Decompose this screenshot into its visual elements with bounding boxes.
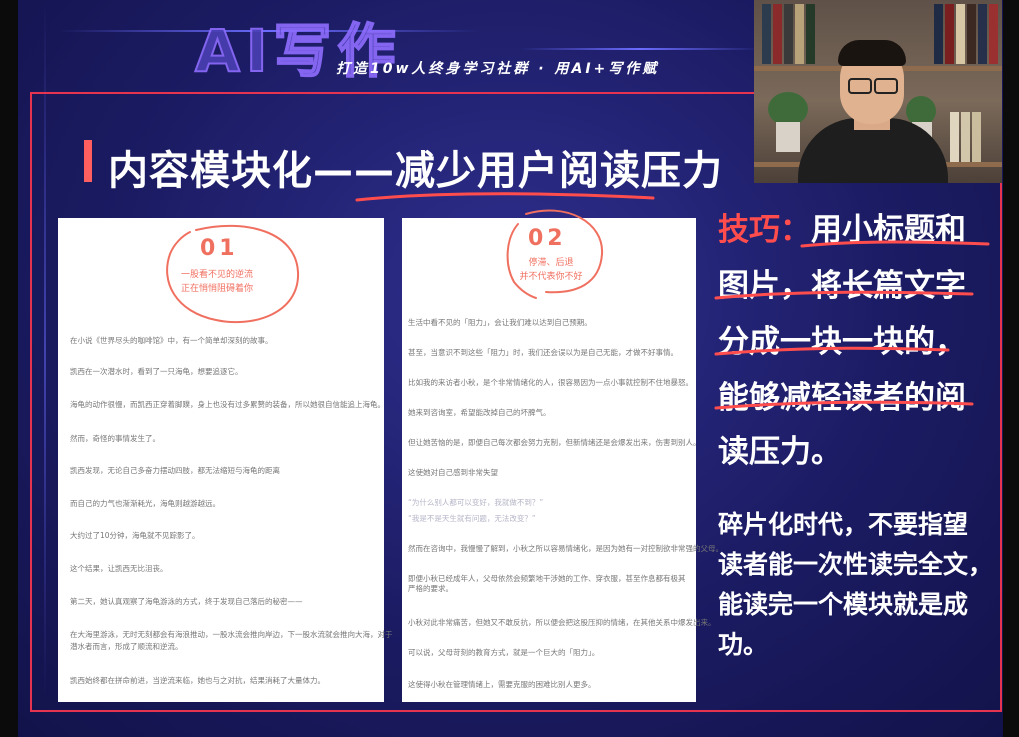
book (950, 112, 959, 162)
article-paragraph: 比如我的来访者小秋，是个非常情绪化的人，很容易因为一点小事就控制不住地暴怒。 (408, 378, 693, 387)
book (961, 112, 970, 162)
article-paragraph: 而自己的力气也渐渐耗光，海龟则越游越远。 (70, 499, 220, 508)
tip-underlines (714, 240, 990, 410)
note-line: 能读完一个模块就是成 (718, 590, 969, 619)
article-card-1: 01 一股看不见的逆流 正在悄悄阻碍着你 在小说《世界尽头的咖啡馆》中，有一个简… (58, 218, 393, 702)
book (795, 4, 804, 64)
left-letterbox (0, 0, 18, 737)
note-line: 读者能一次性读完全文， (718, 550, 994, 579)
glasses-icon (848, 78, 872, 94)
decorative-line (520, 48, 760, 50)
note-line: 功。 (718, 630, 769, 659)
article-card-2: 02 停滞、后退 并不代表你不好 生活中看不见的「阻力」，会让我们难以达到自己预… (402, 209, 723, 702)
plant (768, 92, 808, 126)
presentation-screen: AI写作 打造10w人终身学习社群 · 用AI+写作赋 内容模块化——减少用户阅… (0, 0, 1019, 737)
right-letterbox (1003, 0, 1019, 737)
note-line: 碎片化时代，不要指望 (718, 510, 969, 539)
article-paragraph: 她来到咨询室，希望能改掉自己的坏脾气。 (408, 408, 551, 417)
article-paragraph: 凯西发现，无论自己多奋力摆动四肢，都无法缩短与海龟的距离 (70, 466, 280, 475)
article-paragraph: 可以说，父母苛刻的教育方式，就是一个巨大的「阻力」。 (408, 648, 600, 657)
presenter-webcam (754, 0, 1002, 183)
article-paragraph: 凯西在一次潜水时，看到了一只海龟，想要追逐它。 (70, 367, 243, 376)
title-accent-bar (84, 140, 92, 182)
article-quote: “为什么别人都可以变好，我就做不到？” (408, 498, 544, 507)
book (762, 4, 771, 64)
article-paragraph: 然而，奇怪的事情发生了。 (70, 434, 160, 443)
book (945, 4, 954, 64)
article-paragraph: 但让她苦恼的是，即便自己每次都会努力克制，但新情绪还是会爆发出来，伤害到别人。 (408, 438, 701, 447)
article-paragraph: 在大海里游泳，无时无刻都会有海浪推动，一股水流会推向岸边，下一股水流就会推向大海… (70, 630, 393, 639)
book (956, 4, 965, 64)
article-paragraph: 凯西始终都在拼命前进，当逆流来临，她也与之对抗，结果消耗了大量体力。 (70, 676, 325, 685)
book (967, 4, 976, 64)
hand-drawn-circle (166, 224, 300, 324)
hand-drawn-circle (506, 209, 604, 299)
slide-title: 内容模块化——减少用户阅读压力 (108, 148, 723, 194)
article-paragraph: 这使她对自己感到非常失望 (408, 468, 498, 477)
article-paragraph: 这个结果，让凯西无比沮丧。 (70, 564, 168, 573)
article-quote: “我是不是天生就有问题，无法改变？” (408, 514, 536, 523)
glasses-icon (874, 78, 898, 94)
book (806, 4, 815, 64)
book (978, 4, 987, 64)
article-paragraph: 即便小秋已经成年人，父母依然会频繁地干涉她的工作、穿衣服，甚至作息都有极其严格的… (408, 574, 686, 593)
article-paragraph: 在小说《世界尽头的咖啡馆》中，有一个简单却深刻的故事。 (70, 336, 273, 345)
article-paragraph: 甚至，当意识不到这些「阻力」时，我们还会误以为是自己无能，才做不好事情。 (408, 348, 678, 357)
slogan-text: 打造10w人终身学习社群 · 用AI+写作赋 (336, 61, 660, 77)
article-paragraph: 这使得小秋在管理情绪上，需要克服的困难比别人更多。 (408, 680, 596, 689)
article-paragraph: 海龟的动作很慢，而凯西正穿着脚蹼，身上也没有过多累赘的装备，所以她很自信能追上海… (70, 400, 385, 409)
article-paragraph: 生活中看不见的「阻力」，会让我们难以达到自己预期。 (408, 318, 592, 327)
book (972, 112, 981, 162)
book (784, 4, 793, 64)
article-paragraph: 大约过了10分钟，海龟就不见踪影了。 (70, 531, 200, 540)
book (773, 4, 782, 64)
book (989, 4, 998, 64)
article-paragraph: 潜水者而言，形成了顺流和逆流。 (70, 642, 183, 651)
book (934, 4, 943, 64)
article-paragraph: 第二天，她认真观察了海龟游泳的方式，终于发现自己落后的秘密—— (70, 597, 303, 606)
article-paragraph: 小秋对此非常痛苦，但她又不敢反抗，所以便会把这股压抑的情绪，在其他关系中爆发出来… (408, 618, 716, 627)
presenter-hair (838, 40, 906, 66)
plant-pot (776, 122, 800, 152)
article-paragraph: 然而在咨询中，我慢慢了解到，小秋之所以容易情绪化，是因为她有一对控制欲非常强的父… (408, 544, 723, 553)
